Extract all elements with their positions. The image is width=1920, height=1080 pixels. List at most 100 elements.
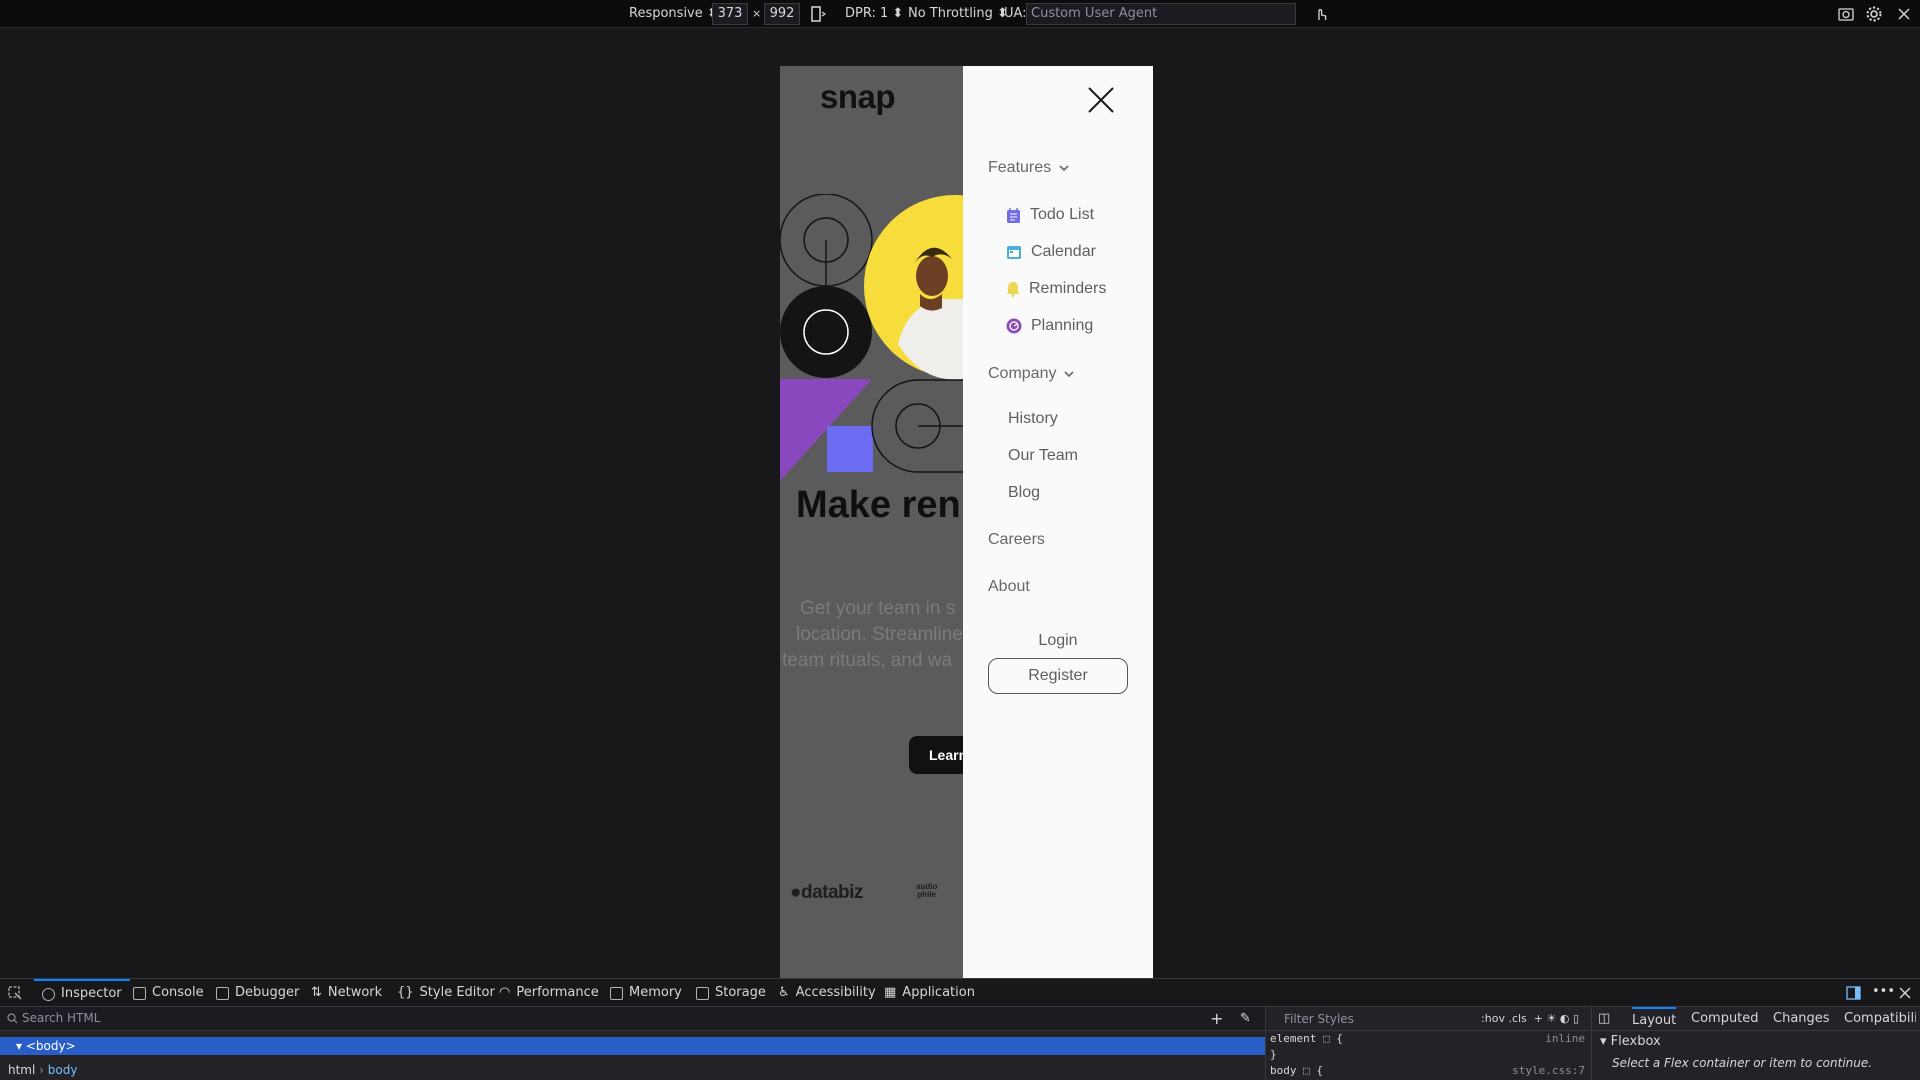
- debugger-icon: [216, 986, 229, 1000]
- snap-logo[interactable]: snap: [820, 78, 896, 116]
- flexbox-message: Select a Flex container or item to conti…: [1612, 1056, 1873, 1070]
- dock-side-icon[interactable]: [1846, 986, 1861, 1000]
- dpr-selector[interactable]: DPR: 1 ⬍: [845, 0, 903, 28]
- ua-label: UA:: [1004, 6, 1027, 21]
- tab-application[interactable]: ▦ Application: [884, 979, 975, 1007]
- filter-styles-row: Filter Styles :hov .cls + ☀ ◐ ▯: [1266, 1007, 1591, 1031]
- nav-item-reminders[interactable]: Reminders: [1006, 280, 1106, 298]
- nav-careers-link[interactable]: Careers: [988, 531, 1045, 549]
- viewport-width-input[interactable]: 373: [712, 3, 748, 25]
- nav-item-todo-list[interactable]: Todo List: [1006, 206, 1094, 224]
- tab-console-label: Console: [152, 985, 204, 1000]
- nav-item-planning[interactable]: Planning: [1006, 317, 1093, 335]
- viewport-height-input[interactable]: 992: [764, 3, 800, 25]
- tab-debugger[interactable]: Debugger: [216, 979, 299, 1007]
- device-selector-label: Responsive: [629, 6, 703, 21]
- tab-accessibility[interactable]: ♿ Accessibility: [778, 979, 876, 1007]
- login-link[interactable]: Login: [963, 632, 1153, 650]
- flexbox-title: Flexbox: [1610, 1034, 1661, 1049]
- performance-icon: ◠: [499, 985, 511, 1000]
- tab-storage-label: Storage: [715, 985, 766, 1000]
- eyedropper-icon[interactable]: ✎: [1240, 1007, 1251, 1031]
- application-icon: ▦: [884, 985, 897, 1000]
- flexbox-section-header[interactable]: ▾ Flexbox: [1592, 1031, 1920, 1053]
- nav-features-toggle[interactable]: Features: [988, 159, 1069, 177]
- chevron-down-icon: [1064, 370, 1075, 377]
- filter-styles-input[interactable]: Filter Styles: [1284, 1012, 1354, 1026]
- tab-inspector[interactable]: Inspector: [34, 979, 130, 1007]
- tab-memory-label: Memory: [629, 985, 682, 1000]
- user-agent-input[interactable]: Custom User Agent: [1026, 3, 1296, 25]
- rotate-viewport-icon[interactable]: [808, 5, 826, 23]
- rules-toolbar-buttons[interactable]: :hov .cls + ☀ ◐ ▯: [1481, 1007, 1579, 1031]
- learn-more-button[interactable]: Learn: [909, 736, 963, 774]
- nav-about-link[interactable]: About: [988, 578, 1030, 596]
- breadcrumb-body[interactable]: body: [48, 1063, 78, 1077]
- pseudo-class-buttons[interactable]: :hov .cls: [1481, 1012, 1527, 1025]
- audiophile-logo-bottom: phile: [917, 890, 936, 899]
- layout-sidebar: ◫ Layout Computed Changes Compatibili ▾ …: [1591, 1007, 1920, 1080]
- tab-computed[interactable]: Computed: [1691, 1007, 1759, 1031]
- nav-company-toggle[interactable]: Company: [988, 365, 1075, 383]
- nav-item-blog[interactable]: Blog: [1008, 484, 1040, 502]
- tab-storage[interactable]: Storage: [696, 979, 766, 1007]
- tab-style-editor[interactable]: {} Style Editor: [397, 979, 495, 1007]
- throttling-label: No Throttling: [908, 6, 993, 21]
- html-search-input[interactable]: Search HTML: [22, 1011, 100, 1025]
- memory-icon: [610, 986, 623, 1000]
- planning-icon: [1006, 318, 1022, 334]
- rule-element: element ⬚ {inline: [1266, 1031, 1591, 1047]
- toggle-pane-icon[interactable]: ◫: [1598, 1007, 1610, 1031]
- calendar-icon: [1007, 246, 1021, 259]
- touch-simulation-icon[interactable]: [1312, 5, 1330, 23]
- nav-item-reminders-label: Reminders: [1029, 280, 1107, 297]
- blue-square: [827, 426, 873, 472]
- dark-circle: [780, 286, 872, 378]
- sidebar-tabs: ◫ Layout Computed Changes Compatibili: [1592, 1007, 1920, 1031]
- accessibility-icon: ♿: [778, 985, 790, 1000]
- tab-changes[interactable]: Changes: [1773, 1007, 1830, 1031]
- rule-body-selector: body ⬚ {: [1270, 1064, 1323, 1077]
- close-rdm-icon[interactable]: [1895, 5, 1913, 23]
- tab-network-label: Network: [327, 985, 383, 1000]
- screenshot-icon[interactable]: [1837, 5, 1855, 23]
- landing-page: snap Make ren Get your team in s locatio…: [780, 66, 963, 978]
- tab-performance[interactable]: ◠ Performance: [499, 979, 599, 1007]
- hero-description: Get your team in s location. Streamline …: [780, 596, 963, 674]
- selected-node-row[interactable]: ▾ <body>: [0, 1037, 1265, 1055]
- todo-list-icon: [1007, 207, 1020, 223]
- devtools-panel: Inspector Console Debugger ⇅ Network {} St…: [0, 978, 1920, 1080]
- dpr-label: DPR: 1: [845, 6, 889, 21]
- close-devtools-icon[interactable]: [1899, 987, 1911, 999]
- hero-line-1: Get your team in s: [800, 598, 956, 619]
- expand-triangle-icon[interactable]: ▾: [16, 1039, 22, 1053]
- tab-layout[interactable]: Layout: [1632, 1007, 1677, 1033]
- storage-icon: [696, 986, 709, 1000]
- tab-memory[interactable]: Memory: [610, 979, 682, 1007]
- throttling-selector[interactable]: No Throttling ⬍: [908, 0, 1008, 28]
- register-button[interactable]: Register: [988, 658, 1128, 694]
- more-options-icon[interactable]: •••: [1872, 979, 1895, 1005]
- nav-item-our-team[interactable]: Our Team: [1008, 447, 1078, 465]
- rules-panel: Filter Styles :hov .cls + ☀ ◐ ▯ element …: [1265, 1007, 1591, 1080]
- style-editor-icon: {}: [397, 985, 414, 1000]
- rule-element-selector: element ⬚ {: [1270, 1032, 1343, 1045]
- add-node-icon[interactable]: +: [1210, 1007, 1223, 1031]
- close-menu-icon[interactable]: [1087, 86, 1115, 114]
- nav-item-planning-label: Planning: [1031, 317, 1094, 334]
- nav-features-label: Features: [988, 159, 1052, 176]
- device-selector[interactable]: Responsive ⬍: [629, 0, 718, 28]
- rule-body-source[interactable]: style.css:7: [1512, 1063, 1585, 1079]
- tab-network[interactable]: ⇅ Network: [311, 979, 382, 1007]
- breadcrumb-html[interactable]: html: [8, 1063, 35, 1077]
- hero-illustration: [780, 194, 963, 479]
- tab-console[interactable]: Console: [133, 979, 204, 1007]
- tab-compatibility[interactable]: Compatibili: [1844, 1007, 1916, 1031]
- nav-item-calendar[interactable]: Calendar: [1006, 243, 1096, 261]
- settings-gear-icon[interactable]: [1865, 5, 1883, 23]
- hero-headline: Make ren: [796, 484, 961, 526]
- nav-item-todo-list-label: Todo List: [1030, 206, 1095, 223]
- tab-accessibility-label: Accessibility: [795, 985, 876, 1000]
- element-picker-icon[interactable]: [8, 986, 22, 1000]
- nav-item-history[interactable]: History: [1008, 410, 1058, 428]
